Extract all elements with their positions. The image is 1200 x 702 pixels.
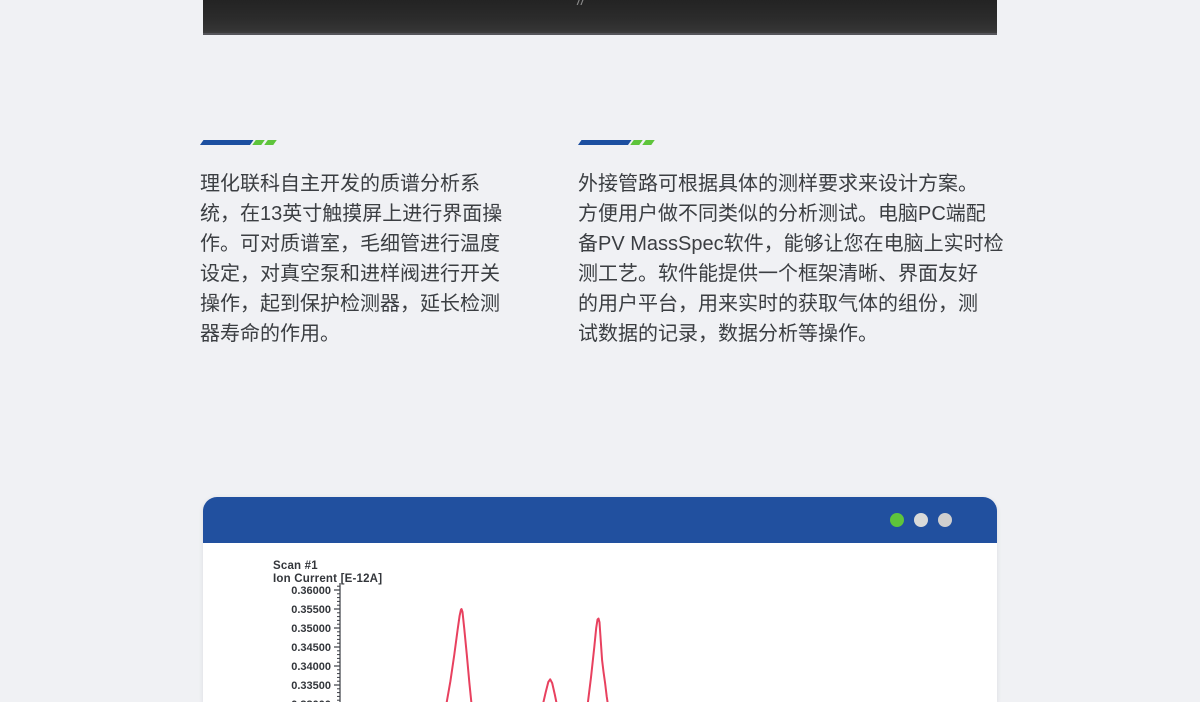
divider-blue-bar	[200, 140, 254, 145]
divider-green-slash	[252, 140, 265, 145]
chart-y-axis-label: Ion Current [E-12A]	[273, 573, 382, 586]
divider-green-slash	[264, 140, 277, 145]
section-divider	[200, 140, 280, 145]
svg-text:0.36000: 0.36000	[291, 585, 331, 597]
hero-photo-bottom-strip: //	[203, 0, 997, 35]
feature-left-paragraph: 理化联科自主开发的质谱分析系 统，在13英寸触摸屏上进行界面操 作。可对质谱室，…	[200, 169, 536, 349]
svg-text:0.35000: 0.35000	[291, 623, 331, 635]
section-divider	[578, 140, 658, 145]
feature-right-column: 外接管路可根据具体的测样要求来设计方案。 方便用户做不同类似的分析测试。电脑PC…	[578, 140, 1014, 349]
chart-scan-title: Scan #1	[273, 560, 382, 573]
window-dot-gray-icon	[914, 513, 928, 527]
window-dot-gray-icon	[938, 513, 952, 527]
window-titlebar	[203, 497, 997, 543]
product-page: { "hero": { "artifact_mark": "//" }, "ac…	[0, 0, 1200, 702]
divider-blue-bar	[578, 140, 632, 145]
photo-artifact-mark: //	[577, 0, 585, 8]
svg-text:0.34500: 0.34500	[291, 642, 331, 654]
window-control-dots	[890, 513, 952, 527]
window-dot-green-icon	[890, 513, 904, 527]
svg-text:0.35500: 0.35500	[291, 604, 331, 616]
divider-green-slash	[630, 140, 643, 145]
divider-green-slash	[642, 140, 655, 145]
mass-spec-chart-area: 0.36000 0.35500 0.35000 0.34500 0.34000 0.335…	[203, 543, 997, 702]
svg-text:0.34000: 0.34000	[291, 661, 331, 673]
feature-right-paragraph: 外接管路可根据具体的测样要求来设计方案。 方便用户做不同类似的分析测试。电脑PC…	[578, 169, 1014, 349]
svg-text:0.33500: 0.33500	[291, 680, 331, 692]
software-window-card: 0.36000 0.35500 0.35000 0.34500 0.34000 0.335…	[203, 497, 997, 702]
chart-title-block: Scan #1 Ion Current [E-12A]	[273, 560, 382, 585]
feature-left-column: 理化联科自主开发的质谱分析系 统，在13英寸触摸屏上进行界面操 作。可对质谱室，…	[200, 140, 536, 349]
